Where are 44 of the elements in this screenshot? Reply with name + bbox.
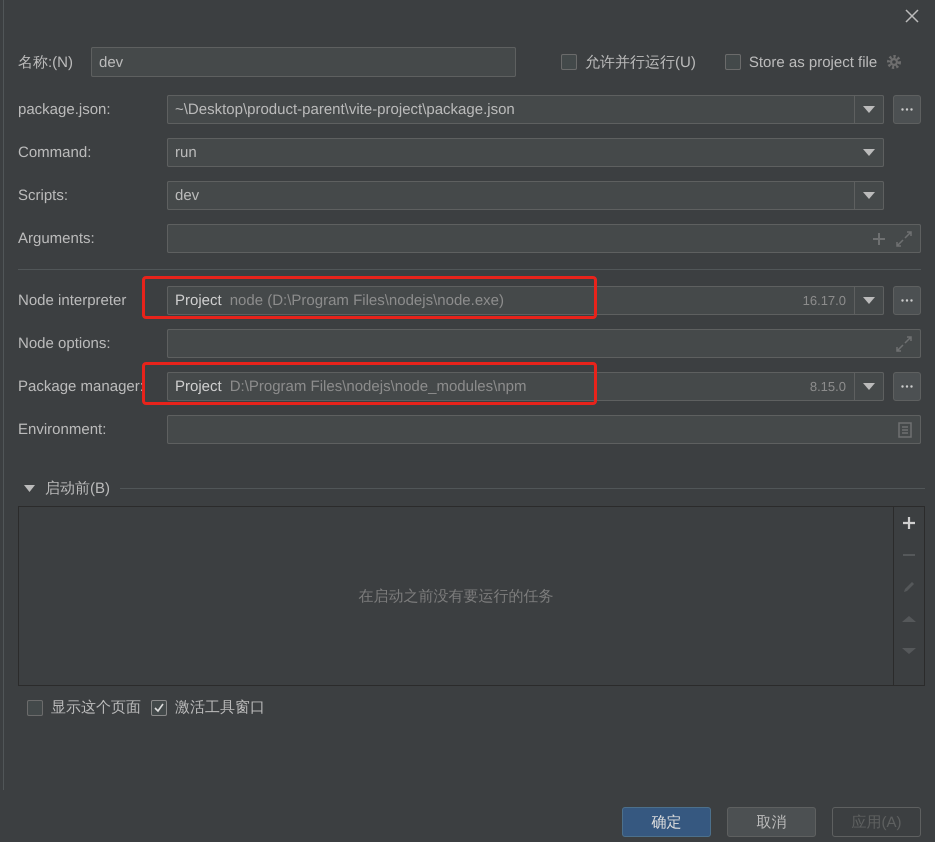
name-label: 名称:(N) <box>18 52 74 72</box>
dropdown-arrow-icon[interactable] <box>863 383 875 390</box>
text-field[interactable] <box>167 415 921 444</box>
dialog-button[interactable]: 取消 <box>727 807 816 837</box>
dropdown-field[interactable]: ~\Desktop\product-parent\vite-project\package.json <box>167 95 884 124</box>
collapse-arrow-icon[interactable] <box>24 485 35 492</box>
checkbox-option[interactable]: 显示这个页面 <box>27 698 141 717</box>
more-icon <box>901 385 913 388</box>
dropdown-field[interactable]: Project node (D:\Program Files\nodejs\node.exe) 16.17.0 <box>167 286 884 315</box>
dropdown-arrow-icon[interactable] <box>863 149 875 156</box>
field-label: Command: <box>18 144 92 161</box>
browse-button[interactable] <box>893 372 921 401</box>
empty-message: 在启动之前没有要运行的任务 <box>358 586 554 606</box>
dialog-button[interactable]: 确定 <box>622 807 711 837</box>
field-label: Package manager: <box>18 378 145 395</box>
dropdown-field[interactable]: dev <box>167 181 884 210</box>
gear-icon[interactable] <box>886 54 902 70</box>
field-label: Arguments: <box>18 230 96 247</box>
dropdown-field[interactable]: run <box>167 138 884 167</box>
close-icon[interactable] <box>905 9 919 23</box>
field-label: Node options: <box>18 335 112 352</box>
more-icon <box>901 299 913 302</box>
expand-icon[interactable] <box>896 230 912 246</box>
document-icon[interactable] <box>898 422 912 438</box>
checkmark-icon <box>153 702 165 714</box>
browse-button[interactable] <box>893 95 921 124</box>
expand-icon[interactable] <box>896 336 912 352</box>
text-field[interactable] <box>167 329 921 358</box>
field-label: Environment: <box>18 421 108 438</box>
dropdown-arrow-icon[interactable] <box>863 106 875 113</box>
name-field[interactable]: dev <box>91 47 516 77</box>
checkbox-option[interactable]: 允许并行运行(U) <box>561 52 696 72</box>
field-label: Scripts: <box>18 187 70 204</box>
dropdown-field[interactable]: Project D:\Program Files\nodejs\node_modules\npm 8.15.0 <box>167 372 884 401</box>
field-label: package.json: <box>18 101 112 118</box>
more-icon <box>901 108 913 111</box>
dropdown-arrow-icon[interactable] <box>863 192 875 199</box>
field-label: Node interpreter <box>18 292 128 309</box>
checkbox-option[interactable]: 激活工具窗口 <box>151 698 265 717</box>
checkbox-option[interactable]: Store as project file <box>724 54 878 70</box>
dropdown-arrow-icon[interactable] <box>863 297 875 304</box>
browse-button[interactable] <box>893 286 921 315</box>
text-field[interactable] <box>167 224 921 253</box>
section-title[interactable]: 启动前(B) <box>45 479 110 498</box>
